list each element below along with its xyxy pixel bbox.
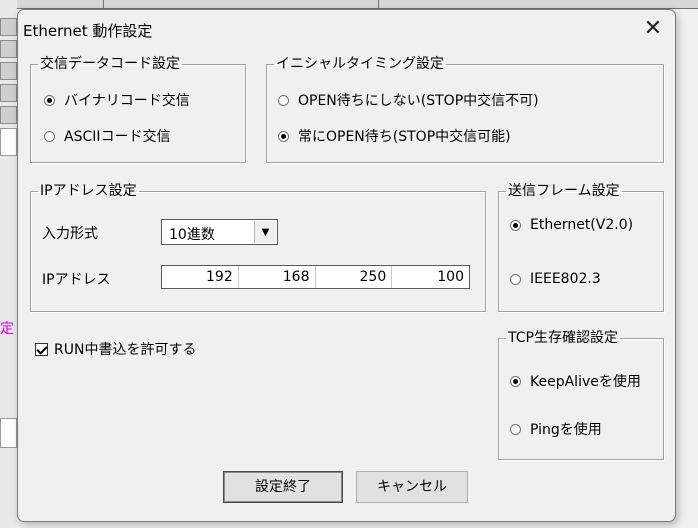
send-frame-legend: 送信フレーム設定 — [508, 183, 620, 199]
radio-dot — [278, 130, 289, 142]
ip-address-group: IPアドレス設定 — [30, 183, 486, 312]
ip-address-input[interactable]: 192 168 250 100 — [161, 265, 470, 289]
close-button[interactable]: ✕ — [637, 14, 669, 46]
input-format-label: 入力形式 — [42, 226, 98, 242]
tcp-alive-group: TCP生存確認設定 — [498, 330, 664, 460]
comm-code-legend: 交信データコード設定 — [40, 56, 180, 72]
radio-label: バイナリコード交信 — [64, 93, 190, 109]
radio-binary-code[interactable]: バイナリコード交信 — [44, 90, 190, 110]
input-format-select[interactable]: 10進数 ▼ — [161, 219, 278, 245]
radio-always-open-wait[interactable]: 常にOPEN待ち(STOP中交信可能) — [278, 126, 511, 146]
background-cell — [0, 84, 17, 102]
background-field — [0, 418, 17, 448]
radio-dot — [510, 219, 521, 231]
checkbox-label: RUN中書込を許可する — [54, 342, 197, 358]
radio-no-open-wait[interactable]: OPEN待ちにしない(STOP中交信不可) — [278, 90, 539, 110]
tcp-alive-legend: TCP生存確認設定 — [508, 330, 618, 346]
radio-label: Ethernet(V2.0) — [530, 217, 634, 233]
radio-dot — [510, 273, 521, 285]
background-cell — [0, 40, 17, 58]
allow-run-write-checkbox[interactable]: RUN中書込を許可する — [35, 339, 196, 359]
finish-settings-button[interactable]: 設定終了 — [223, 471, 343, 503]
background-pink-text: 定 — [0, 321, 14, 337]
radio-ieee8023[interactable]: IEEE802.3 — [510, 271, 601, 287]
radio-dot — [44, 130, 55, 142]
background-field — [0, 128, 17, 156]
radio-label: KeepAliveを使用 — [530, 374, 641, 390]
background-cell — [0, 62, 17, 80]
initial-timing-legend: イニシャルタイミング設定 — [276, 56, 444, 72]
dialog-title: Ethernet 動作設定 — [23, 22, 153, 40]
background-toolbar — [17, 0, 698, 9]
title-bar[interactable]: Ethernet 動作設定 ✕ — [18, 10, 675, 50]
ip-octet-2[interactable]: 168 — [239, 266, 316, 288]
ethernet-settings-dialog: Ethernet 動作設定 ✕ 交信データコード設定 バイナリコード交信 ASC… — [17, 9, 676, 522]
radio-dot — [278, 94, 289, 106]
dropdown-arrow-icon[interactable]: ▼ — [254, 221, 276, 243]
radio-dot — [44, 94, 55, 106]
background-cell — [0, 18, 17, 36]
radio-label: Pingを使用 — [530, 422, 602, 438]
cancel-button[interactable]: キャンセル — [356, 471, 468, 503]
input-format-value: 10進数 — [169, 227, 215, 243]
ip-octet-4[interactable]: 100 — [392, 266, 469, 288]
close-icon: ✕ — [643, 16, 663, 41]
background-cell — [0, 106, 17, 124]
ip-address-legend: IPアドレス設定 — [40, 183, 137, 199]
send-frame-group: 送信フレーム設定 — [498, 183, 664, 312]
radio-label: 常にOPEN待ち(STOP中交信可能) — [298, 129, 511, 145]
background-separator — [103, 0, 104, 9]
checkbox-box — [35, 342, 48, 356]
radio-dot — [510, 423, 521, 435]
ip-octet-1[interactable]: 192 — [162, 266, 239, 288]
radio-dot — [510, 375, 521, 387]
radio-label: ASCIIコード交信 — [64, 129, 171, 145]
radio-ascii-code[interactable]: ASCIIコード交信 — [44, 126, 171, 146]
ip-address-label: IPアドレス — [42, 272, 111, 288]
radio-ethernet-v2[interactable]: Ethernet(V2.0) — [510, 217, 633, 233]
radio-label: IEEE802.3 — [530, 271, 601, 287]
background-separator — [378, 0, 379, 9]
ip-octet-3[interactable]: 250 — [316, 266, 393, 288]
radio-ping[interactable]: Pingを使用 — [510, 419, 602, 439]
radio-keepalive[interactable]: KeepAliveを使用 — [510, 371, 641, 391]
radio-label: OPEN待ちにしない(STOP中交信不可) — [298, 93, 539, 109]
